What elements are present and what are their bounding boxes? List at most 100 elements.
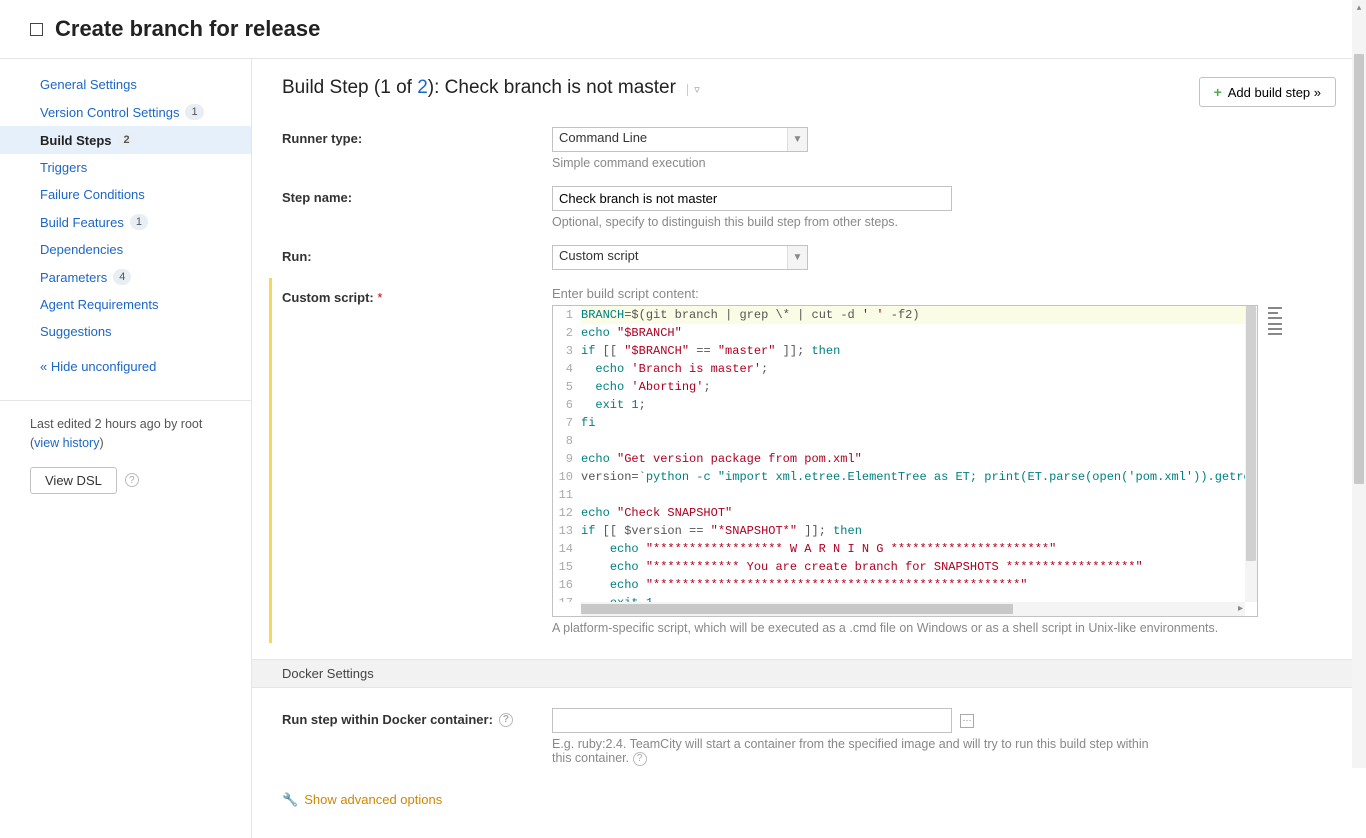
code-line[interactable]: 14 echo "****************** W A R N I N … — [553, 540, 1245, 558]
sidebar-item-label: Dependencies — [40, 242, 123, 257]
code-line[interactable]: 1BRANCH=$(git branch | grep \* | cut -d … — [553, 306, 1245, 324]
runner-type-select[interactable]: Command Line — [552, 127, 808, 152]
page-title: Create branch for release — [55, 16, 320, 42]
code-line[interactable]: 6 exit 1; — [553, 396, 1245, 414]
code-line[interactable]: 2echo "$BRANCH" — [553, 324, 1245, 342]
code-line[interactable]: 7fi — [553, 414, 1245, 432]
code-content[interactable]: BRANCH=$(git branch | grep \* | cut -d '… — [581, 306, 1245, 324]
code-content[interactable]: echo "****************** W A R N I N G *… — [581, 540, 1245, 558]
code-content[interactable]: version=`python -c "import xml.etree.Ele… — [581, 468, 1245, 486]
add-build-step-button[interactable]: + Add build step » — [1199, 77, 1336, 107]
code-line[interactable]: 10version=`python -c "import xml.etree.E… — [553, 468, 1245, 486]
code-content[interactable]: echo "************ You are create branch… — [581, 558, 1245, 576]
view-dsl-button[interactable]: View DSL — [30, 467, 117, 494]
last-edited-prefix: Last edited — [30, 417, 95, 431]
code-content[interactable]: echo "**********************************… — [581, 576, 1245, 594]
collapse-icon[interactable] — [30, 23, 43, 36]
code-content[interactable]: echo "$BRANCH" — [581, 324, 1245, 342]
code-content[interactable]: exit 1; — [581, 396, 1245, 414]
detail-icon[interactable]: ⋯ — [960, 714, 974, 728]
scroll-thumb[interactable] — [1354, 54, 1364, 484]
sidebar-item-label: Failure Conditions — [40, 187, 145, 202]
line-number: 8 — [553, 432, 581, 450]
scroll-thumb[interactable] — [581, 604, 1013, 614]
line-number: 12 — [553, 504, 581, 522]
sidebar-item-dependencies[interactable]: Dependencies — [0, 236, 251, 263]
sidebar-item-version-control-settings[interactable]: Version Control Settings1 — [0, 98, 251, 126]
help-icon[interactable]: ? — [633, 752, 647, 766]
line-number: 5 — [553, 378, 581, 396]
line-number: 1 — [553, 306, 581, 324]
page-scrollbar[interactable]: ▴ — [1352, 0, 1366, 768]
sidebar-item-agent-requirements[interactable]: Agent Requirements — [0, 291, 251, 318]
scroll-thumb[interactable] — [1246, 306, 1256, 561]
view-history-link[interactable]: view history — [34, 436, 99, 450]
code-line[interactable]: 9echo "Get version package from pom.xml" — [553, 450, 1245, 468]
code-line[interactable]: 4 echo 'Branch is master'; — [553, 360, 1245, 378]
editor-vertical-scrollbar[interactable] — [1245, 306, 1257, 602]
sidebar-item-failure-conditions[interactable]: Failure Conditions — [0, 181, 251, 208]
sidebar-item-build-steps[interactable]: Build Steps2 — [0, 126, 251, 154]
last-edited-block: Last edited 2 hours ago by root (view hi… — [0, 415, 251, 453]
help-icon[interactable]: ? — [125, 473, 139, 487]
editor-format-icon[interactable] — [1268, 323, 1282, 335]
code-content[interactable] — [581, 432, 1245, 450]
editor-wrap-icon[interactable] — [1268, 307, 1282, 319]
editor-horizontal-scrollbar[interactable]: ▸ — [581, 602, 1245, 616]
line-number: 15 — [553, 558, 581, 576]
docker-label: Run step within Docker container: ? — [282, 708, 552, 727]
wrench-icon: 🔧 — [282, 792, 298, 808]
code-content[interactable]: if [[ "$BRANCH" == "master" ]]; then — [581, 342, 1245, 360]
sidebar-item-build-features[interactable]: Build Features1 — [0, 208, 251, 236]
line-number: 6 — [553, 396, 581, 414]
code-line[interactable]: 13if [[ $version == "*SNAPSHOT*" ]]; the… — [553, 522, 1245, 540]
docker-section-header: Docker Settings — [252, 659, 1366, 688]
last-edited-time: 2 hours ago by root — [95, 417, 203, 431]
sidebar-item-label: Parameters — [40, 270, 107, 285]
code-line[interactable]: 11 — [553, 486, 1245, 504]
page-header: Create branch for release — [0, 0, 1366, 59]
docker-image-input[interactable] — [552, 708, 952, 733]
step-name-label: Step name: — [282, 186, 552, 205]
docker-hint: E.g. ruby:2.4. TeamCity will start a con… — [552, 737, 1152, 766]
run-select[interactable]: Custom script — [552, 245, 808, 270]
step-name-input[interactable] — [552, 186, 952, 211]
script-enter-label: Enter build script content: — [552, 286, 1336, 301]
sidebar-item-label: Version Control Settings — [40, 105, 179, 120]
code-content[interactable]: echo 'Aborting'; — [581, 378, 1245, 396]
main-content: Build Step (1 of 2): Check branch is not… — [252, 59, 1366, 838]
step-dropdown-icon[interactable]: ▿ — [687, 84, 700, 96]
show-advanced-options-link[interactable]: 🔧 Show advanced options — [282, 792, 1336, 808]
scroll-up-arrow[interactable]: ▴ — [1352, 0, 1366, 14]
code-content[interactable]: echo "Get version package from pom.xml" — [581, 450, 1245, 468]
line-number: 14 — [553, 540, 581, 558]
sidebar-item-general-settings[interactable]: General Settings — [0, 71, 251, 98]
code-content[interactable]: echo 'Branch is master'; — [581, 360, 1245, 378]
code-line[interactable]: 16 echo "*******************************… — [553, 576, 1245, 594]
code-content[interactable]: fi — [581, 414, 1245, 432]
code-line[interactable]: 8 — [553, 432, 1245, 450]
sidebar-item-triggers[interactable]: Triggers — [0, 154, 251, 181]
title-suffix: ): Check branch is not master — [428, 77, 676, 98]
step-count-link[interactable]: 2 — [417, 77, 428, 98]
sidebar-item-parameters[interactable]: Parameters4 — [0, 263, 251, 291]
code-content[interactable]: echo "Check SNAPSHOT" — [581, 504, 1245, 522]
line-number: 13 — [553, 522, 581, 540]
sidebar-item-label: Build Features — [40, 215, 124, 230]
help-icon[interactable]: ? — [499, 713, 513, 727]
script-editor[interactable]: 1BRANCH=$(git branch | grep \* | cut -d … — [552, 305, 1258, 617]
code-line[interactable]: 15 echo "************ You are create bra… — [553, 558, 1245, 576]
code-line[interactable]: 5 echo 'Aborting'; — [553, 378, 1245, 396]
code-content[interactable] — [581, 486, 1245, 504]
hide-unconfigured-link[interactable]: « Hide unconfigured — [0, 351, 251, 382]
code-content[interactable]: if [[ $version == "*SNAPSHOT*" ]]; then — [581, 522, 1245, 540]
code-line[interactable]: 17 exit 1 — [553, 594, 1245, 602]
code-content[interactable]: exit 1 — [581, 594, 1245, 602]
line-number: 17 — [553, 594, 581, 602]
sidebar-divider — [0, 400, 251, 401]
code-line[interactable]: 12echo "Check SNAPSHOT" — [553, 504, 1245, 522]
runner-type-hint: Simple command execution — [552, 156, 1336, 170]
sidebar-item-suggestions[interactable]: Suggestions — [0, 318, 251, 345]
code-line[interactable]: 3if [[ "$BRANCH" == "master" ]]; then — [553, 342, 1245, 360]
line-number: 10 — [553, 468, 581, 486]
